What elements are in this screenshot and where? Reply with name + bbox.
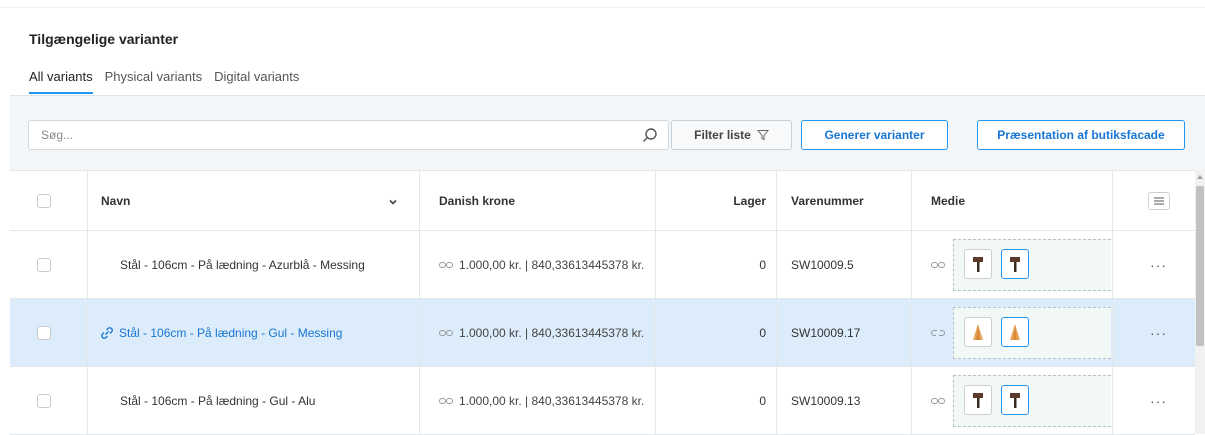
- media-gallery[interactable]: [953, 239, 1111, 291]
- product-cone-icon: [973, 324, 983, 340]
- product-tool-icon: [1010, 257, 1020, 272]
- media-thumbnail-cover[interactable]: [1001, 249, 1029, 279]
- generate-variants-button[interactable]: Generer varianter: [801, 120, 948, 150]
- column-name[interactable]: Navn: [101, 171, 406, 230]
- variant-tabs: All variants Physical variants Digital v…: [29, 69, 299, 94]
- variant-price: 1.000,00 kr. | 840,33613445378 kr.: [459, 325, 645, 340]
- variant-sku: SW10009.13: [791, 393, 861, 408]
- column-media: Medie: [931, 193, 966, 208]
- product-tool-icon: [973, 257, 983, 272]
- link-icon[interactable]: [931, 260, 945, 270]
- row-actions-button[interactable]: ···: [1150, 257, 1167, 273]
- media-gallery[interactable]: [953, 375, 1111, 427]
- product-tool-icon: [1010, 393, 1020, 408]
- column-price: Danish krone: [439, 193, 516, 208]
- menu-lines-icon: [1153, 197, 1164, 204]
- product-cone-icon: [1010, 324, 1020, 340]
- inherit-link-icon: [101, 326, 113, 339]
- row-checkbox[interactable]: [37, 257, 51, 272]
- variant-price: 1.000,00 kr. | 840,33613445378 kr.: [459, 257, 645, 272]
- select-all-checkbox[interactable]: [37, 193, 51, 208]
- vertical-scrollbar[interactable]: [1195, 170, 1205, 434]
- table-row[interactable]: Stål - 106cm - På lædning - Azurblå - Me…: [10, 231, 1195, 299]
- column-stock: Lager: [733, 193, 766, 208]
- toolbar: Filter liste Generer varianter Præsentat…: [10, 95, 1205, 170]
- media-thumbnail[interactable]: [964, 249, 992, 279]
- section-title: Tilgængelige varianter: [29, 31, 179, 47]
- link-icon[interactable]: [931, 396, 945, 406]
- column-settings-button[interactable]: [1147, 191, 1170, 210]
- unlink-icon[interactable]: [931, 328, 945, 338]
- row-checkbox[interactable]: [37, 325, 51, 340]
- variant-stock: 0: [759, 325, 766, 340]
- variant-stock: 0: [759, 393, 766, 408]
- row-actions-button[interactable]: ···: [1150, 325, 1167, 341]
- table-header: Navn Danish krone Lager Varenummer Medie: [10, 170, 1195, 231]
- variant-name[interactable]: Stål - 106cm - På lædning - Gul - Messin…: [119, 326, 342, 340]
- tab-digital-variants[interactable]: Digital variants: [214, 69, 299, 94]
- tab-all-variants[interactable]: All variants: [29, 69, 93, 94]
- variant-sku: SW10009.5: [791, 257, 854, 272]
- link-icon: [439, 329, 453, 336]
- search-input[interactable]: [29, 121, 619, 149]
- variant-stock: 0: [759, 257, 766, 272]
- media-thumbnail-cover[interactable]: [1001, 317, 1029, 347]
- product-tool-icon: [973, 393, 983, 408]
- row-actions-button[interactable]: ···: [1150, 393, 1167, 409]
- media-thumbnail-cover[interactable]: [1001, 385, 1029, 415]
- chevron-down-icon[interactable]: [388, 197, 398, 207]
- link-icon: [439, 397, 453, 404]
- table-row[interactable]: Stål - 106cm - På lædning - Gul - Alu 1.…: [10, 367, 1195, 435]
- search-box: [28, 120, 669, 150]
- link-icon: [439, 261, 453, 268]
- filter-icon: [756, 130, 769, 141]
- media-thumbnail[interactable]: [964, 317, 992, 347]
- row-checkbox[interactable]: [37, 393, 51, 408]
- column-sku: Varenummer: [791, 193, 864, 208]
- tab-physical-variants[interactable]: Physical variants: [105, 69, 203, 94]
- search-icon[interactable]: [642, 127, 658, 143]
- variant-sku: SW10009.17: [791, 325, 861, 340]
- top-divider: [0, 0, 1205, 8]
- storefront-presentation-button[interactable]: Præsentation af butiksfacade: [977, 120, 1185, 150]
- scroll-up-arrow-icon[interactable]: [1197, 174, 1203, 180]
- variant-name[interactable]: Stål - 106cm - På lædning - Azurblå - Me…: [120, 231, 425, 298]
- media-gallery[interactable]: [953, 307, 1111, 359]
- media-thumbnail[interactable]: [964, 385, 992, 415]
- filter-list-button[interactable]: Filter liste: [671, 120, 792, 150]
- filter-list-label: Filter liste: [694, 128, 751, 142]
- variant-name[interactable]: Stål - 106cm - På lædning - Gul - Alu: [120, 367, 425, 434]
- variant-price: 1.000,00 kr. | 840,33613445378 kr.: [459, 393, 645, 408]
- scrollbar-thumb[interactable]: [1196, 186, 1204, 346]
- table-row-selected[interactable]: Stål - 106cm - På lædning - Gul - Messin…: [10, 299, 1195, 367]
